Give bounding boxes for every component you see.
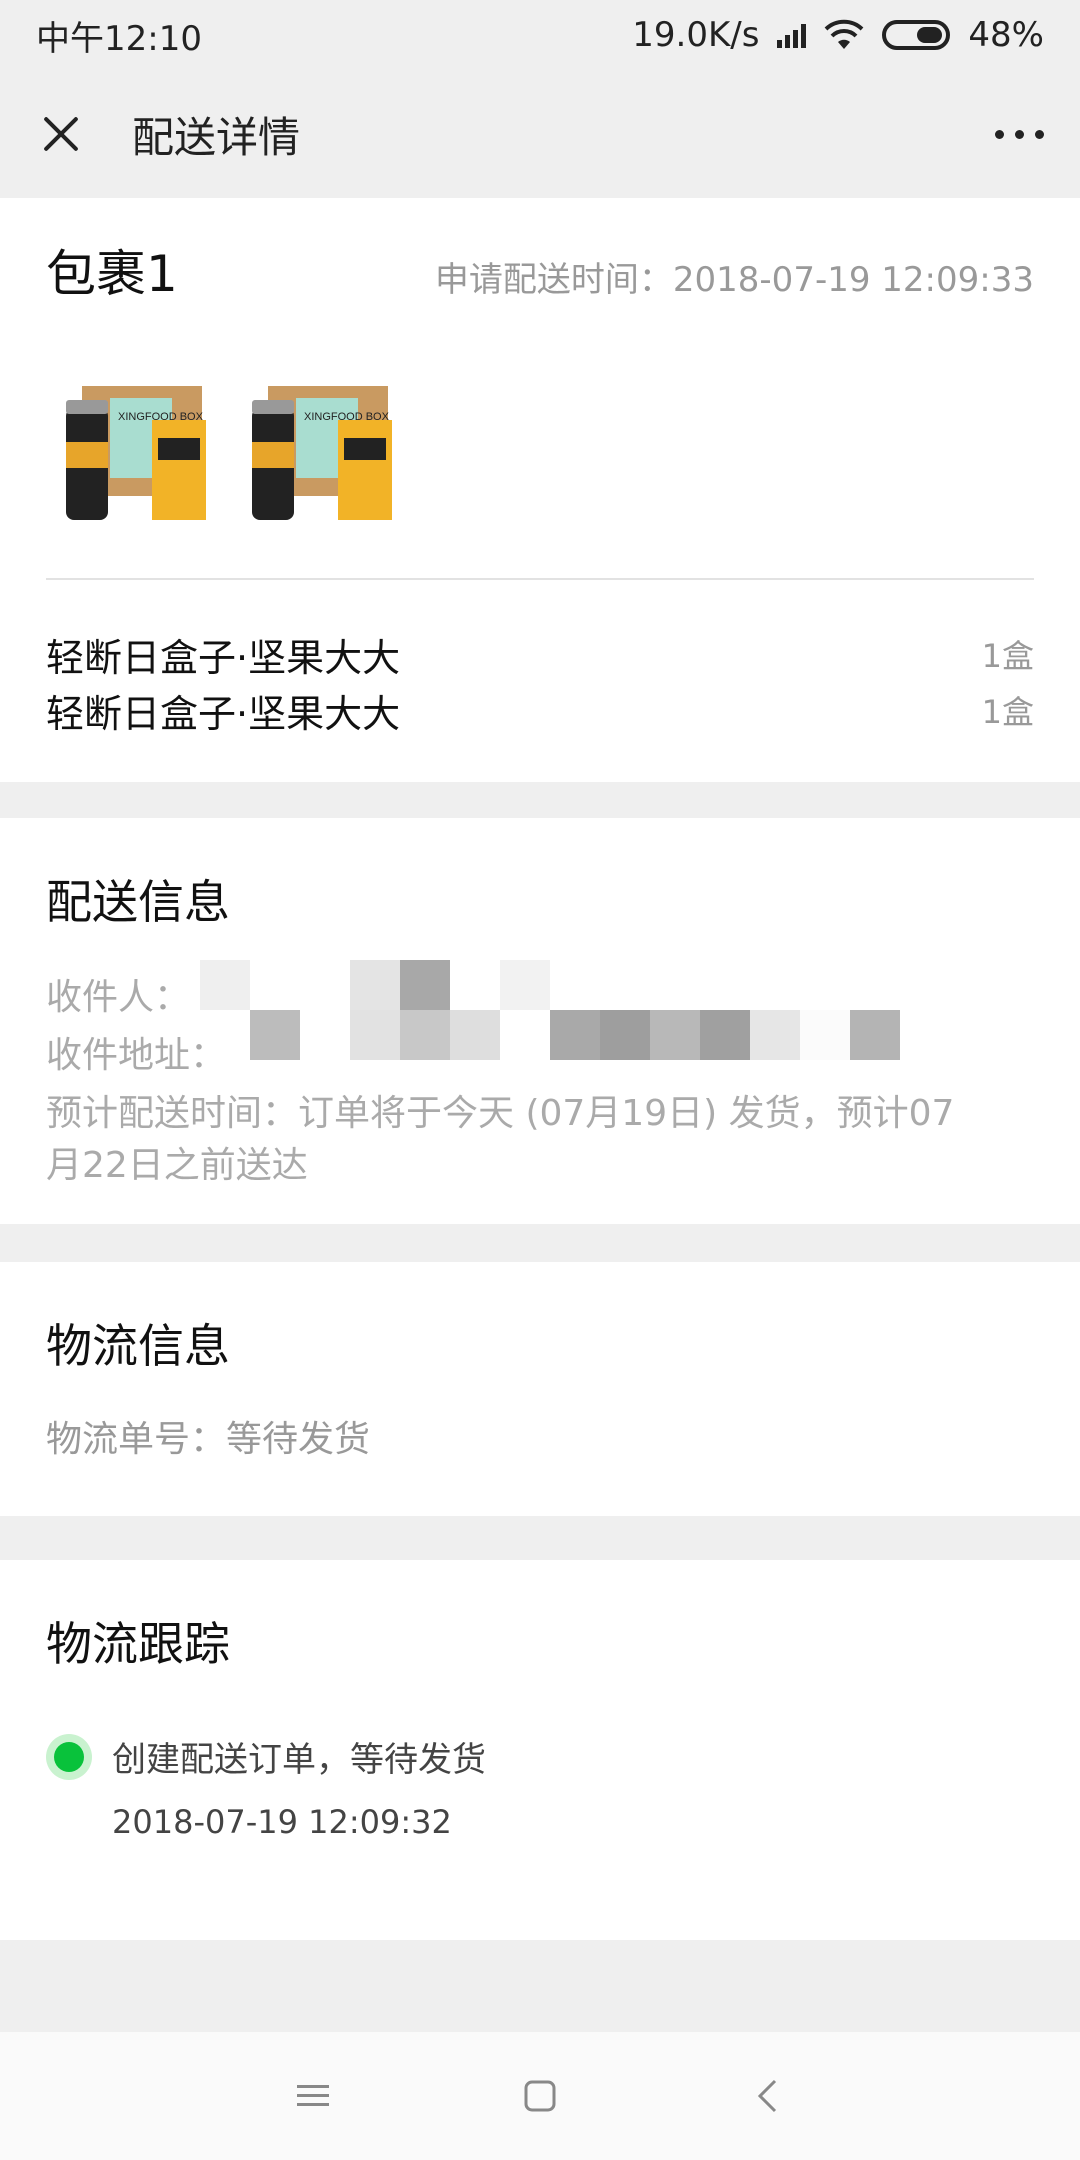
battery-icon xyxy=(882,20,951,50)
package-title: 包裹1 xyxy=(46,245,178,303)
menu-icon[interactable] xyxy=(283,2066,343,2126)
logistics-info-card: 物流信息 物流单号：等待发货 xyxy=(0,1262,1080,1516)
eta-line-1: 预计配送时间：订单将于今天 (07月19日) 发货，预计07 xyxy=(46,1093,955,1134)
delivery-info-card: 配送信息 收件人： 收件地址： 预计配送时间：订单将于今天 (07月19日) 发… xyxy=(0,818,1080,1224)
tracking-event: 创建配送订单，等待发货 2018-07-19 12:09:32 xyxy=(46,1732,486,1841)
list-item: 轻断日盒子·坚果大大 1盒 xyxy=(46,682,1034,738)
item-qty: 1盒 xyxy=(981,693,1034,731)
wifi-icon xyxy=(825,19,864,49)
eta-line-2: 月22日之前送达 xyxy=(46,1145,308,1186)
tracking-card: 物流跟踪 创建配送订单，等待发货 2018-07-19 12:09:32 xyxy=(0,1560,1080,1940)
page-title: 配送详情 xyxy=(132,112,301,162)
product-thumbnail[interactable]: XINGFOOD BOX xyxy=(246,378,396,528)
home-square-icon[interactable] xyxy=(510,2066,570,2126)
item-list: 轻断日盒子·坚果大大 1盒 轻断日盒子·坚果大大 1盒 xyxy=(46,626,1034,738)
event-time: 2018-07-19 12:09:32 xyxy=(112,1803,452,1841)
package-card: 包裹1 申请配送时间：2018-07-19 12:09:33 XINGFOOD … xyxy=(0,198,1080,782)
signal-icon xyxy=(777,22,807,48)
status-bar: 中午12:10 19.0K/s 48% xyxy=(0,0,1080,70)
close-icon[interactable] xyxy=(36,109,86,159)
delivery-title: 配送信息 xyxy=(46,875,230,929)
nav-bar: 配送详情 xyxy=(0,70,1080,198)
status-time: 中午12:10 xyxy=(36,18,202,59)
list-item: 轻断日盒子·坚果大大 1盒 xyxy=(46,626,1034,682)
tracking-number: 物流单号：等待发货 xyxy=(46,1419,371,1460)
back-chevron-icon[interactable] xyxy=(737,2066,797,2126)
address-label: 收件地址： xyxy=(46,1035,227,1076)
divider xyxy=(46,578,1034,580)
page: 中午12:10 19.0K/s 48% 配送详情 包裹1 申请配送时间：2018… xyxy=(0,0,1080,2160)
battery-percent: 48% xyxy=(968,15,1044,55)
system-nav-bar xyxy=(0,2032,1080,2160)
recipient-label: 收件人： xyxy=(46,977,191,1018)
request-time: 申请配送时间：2018-07-19 12:09:33 xyxy=(434,260,1034,300)
net-speed: 19.0K/s xyxy=(632,15,760,55)
redacted-recipient xyxy=(200,960,550,1010)
item-name: 轻断日盒子·坚果大大 xyxy=(46,635,401,680)
event-description: 创建配送订单，等待发货 xyxy=(112,1740,486,1780)
logistics-title: 物流信息 xyxy=(46,1319,230,1373)
tracking-title: 物流跟踪 xyxy=(46,1617,230,1671)
item-qty: 1盒 xyxy=(981,637,1034,675)
redacted-address xyxy=(250,1010,900,1060)
product-thumbnails: XINGFOOD BOX XINGFOOD BOX xyxy=(60,378,396,528)
more-dots-icon[interactable] xyxy=(995,120,1044,149)
product-thumbnail[interactable]: XINGFOOD BOX xyxy=(60,378,210,528)
status-dot-icon xyxy=(46,1734,92,1780)
item-name: 轻断日盒子·坚果大大 xyxy=(46,691,401,736)
